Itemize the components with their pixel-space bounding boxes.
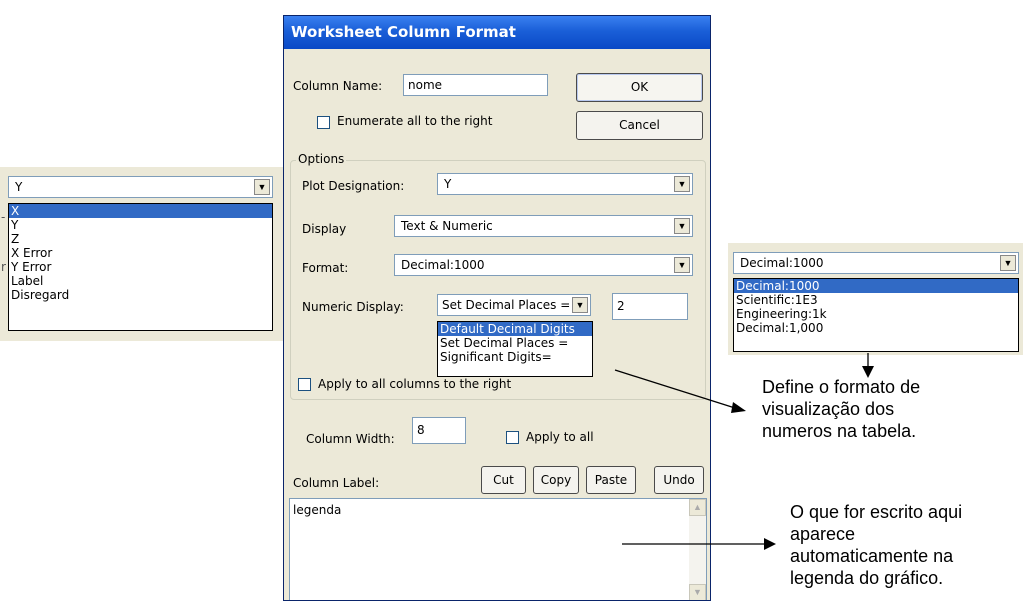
format-note-line: Define o formato de	[762, 377, 921, 397]
label-note-line: legenda do gráfico.	[790, 568, 944, 588]
label-note-line: automaticamente na	[790, 546, 954, 566]
label-note: O que for escrito aqui aparece automatic…	[790, 501, 962, 589]
format-note-arrow	[614, 369, 736, 409]
label-note-line: aparece	[790, 524, 856, 544]
format-note-line: numeros na tabela.	[762, 421, 917, 441]
format-note: Define o formato de visualização dos num…	[762, 376, 920, 442]
format-note-arrowhead	[731, 402, 746, 413]
label-note-arrowhead	[764, 538, 776, 550]
label-note-line: O que for escrito aqui	[790, 502, 963, 522]
format-note-line: visualização dos	[762, 399, 895, 419]
